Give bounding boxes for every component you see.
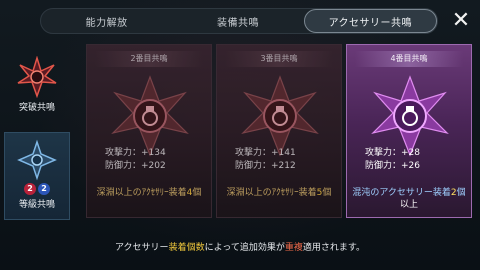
tab-accessory-resonance[interactable]: アクセサリー共鳴 — [303, 9, 437, 33]
condition-text: 混沌のアクセサリー装着 — [352, 188, 451, 198]
sidebar-item-breakthrough[interactable]: 突破共鳴 — [4, 42, 70, 130]
note-part-5: 適用されます。 — [302, 243, 365, 253]
condition-text: 深淵以上のｱｸｾｻﾘｰ装着 — [226, 188, 317, 198]
resonance-condition: 深淵以上のｱｸｾｻﾘｰ装着4個 — [87, 187, 211, 199]
sidebar-item-label: 等級共鳴 — [18, 200, 55, 210]
tab-equipment-resonance[interactable]: 装備共鳴 — [172, 9, 303, 33]
cross-emblem-icon — [17, 139, 57, 181]
note-part-3: によって追加効果が — [204, 243, 285, 253]
blue-grade-badge: 2 — [38, 183, 50, 195]
resonance-card-4[interactable]: 4番目共鳴 攻撃力：+28 防御力：+26 混沌のアクセサリー装着2個 以上 — [346, 44, 472, 218]
condition-unit: 個 — [192, 188, 202, 198]
condition-unit: 個 — [322, 188, 332, 198]
grade-badges: 2 2 — [24, 183, 50, 195]
red-grade-badge: 2 — [24, 183, 36, 195]
resonance-condition: 混沌のアクセサリー装着2個 以上 — [347, 187, 471, 211]
defense-stat: 防御力：+202 — [105, 161, 166, 171]
star-emblem-icon — [17, 56, 57, 98]
resonance-condition: 深淵以上のｱｸｾｻﾘｰ装着5個 — [217, 187, 341, 199]
note-part-1: アクセサリー — [115, 243, 169, 253]
close-icon[interactable]: ✕ — [450, 10, 472, 32]
sidebar-item-grade[interactable]: 2 2 等級共鳴 — [4, 132, 70, 220]
card-title: 4番目共鳴 — [355, 51, 463, 67]
note-highlight-stack: 重複 — [284, 243, 303, 253]
card-title: 3番目共鳴 — [225, 51, 333, 67]
attack-stat: 攻撃力：+28 — [365, 148, 420, 158]
resonance-card-3[interactable]: 3番目共鳴 攻撃力：+141 防御力：+212 深淵以上のｱｸｾｻﾘｰ装着5個 — [216, 44, 342, 218]
defense-stat: 防御力：+212 — [235, 161, 296, 171]
tab-bar: 能力解放 装備共鳴 アクセサリー共鳴 — [40, 8, 438, 34]
resonance-card-2[interactable]: 2番目共鳴 攻撃力：+134 防御力：+202 深淵以上のｱｸｾｻﾘｰ装着4個 — [86, 44, 212, 218]
condition-text: 深淵以上のｱｸｾｻﾘｰ装着 — [96, 188, 187, 198]
note-highlight-count: 装着個数 — [168, 243, 205, 253]
sidebar: 突破共鳴 2 2 等級共鳴 — [4, 42, 70, 222]
tab-ability-release[interactable]: 能力解放 — [41, 9, 172, 33]
condition-tail: 以上 — [399, 200, 418, 210]
sidebar-item-label: 突破共鳴 — [18, 103, 55, 113]
card-title: 2番目共鳴 — [95, 51, 203, 67]
condition-unit: 個 — [456, 188, 466, 198]
resonance-note: アクセサリー装着個数によって追加効果が重複適用されます。 — [0, 240, 480, 253]
attack-stat: 攻撃力：+141 — [235, 148, 296, 158]
defense-stat: 防御力：+26 — [365, 161, 420, 171]
attack-stat: 攻撃力：+134 — [105, 148, 166, 158]
